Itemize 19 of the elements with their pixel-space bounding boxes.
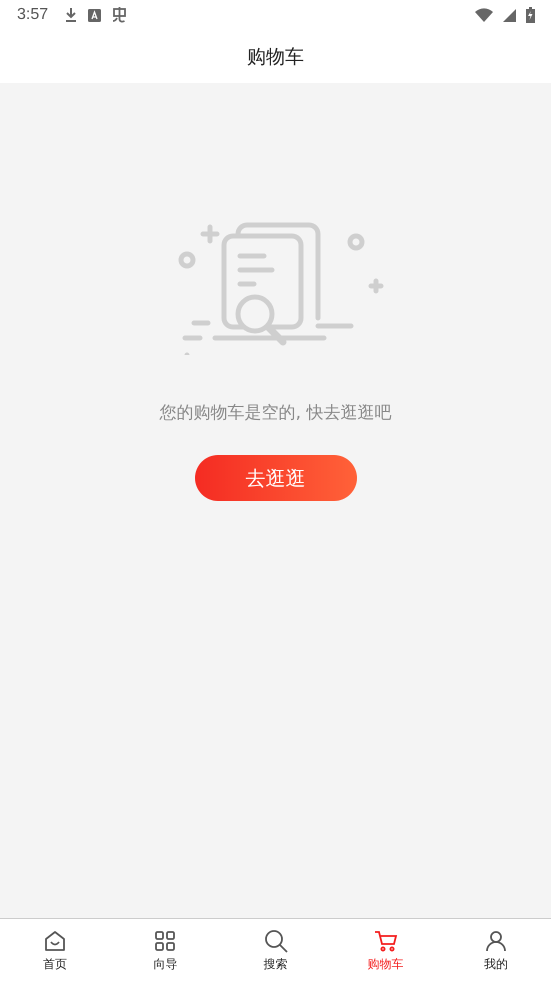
home-icon bbox=[43, 929, 68, 953]
tab-item[interactable]: 搜索 bbox=[220, 919, 331, 981]
search-icon bbox=[264, 929, 288, 953]
wifi-icon bbox=[475, 8, 493, 22]
signal-icon bbox=[503, 8, 516, 22]
download-icon bbox=[64, 7, 78, 23]
tab-item[interactable]: 购物车 bbox=[330, 919, 441, 981]
empty-cart-message: 您的购物车是空的, 快去逛逛吧 bbox=[160, 402, 392, 424]
tab-item[interactable]: 向导 bbox=[110, 919, 220, 981]
go-shopping-button[interactable]: 去逛逛 bbox=[194, 455, 356, 501]
page-title: 购物车 bbox=[247, 44, 304, 70]
person-icon bbox=[484, 929, 508, 953]
tab-item[interactable]: 首页 bbox=[0, 919, 110, 981]
app-notification-icon bbox=[88, 8, 102, 22]
tab-item[interactable]: 我的 bbox=[440, 919, 551, 981]
status-time: 3:57 bbox=[17, 6, 48, 24]
grid-icon bbox=[153, 929, 178, 953]
battery-icon bbox=[526, 7, 535, 23]
cart-icon bbox=[374, 929, 398, 953]
